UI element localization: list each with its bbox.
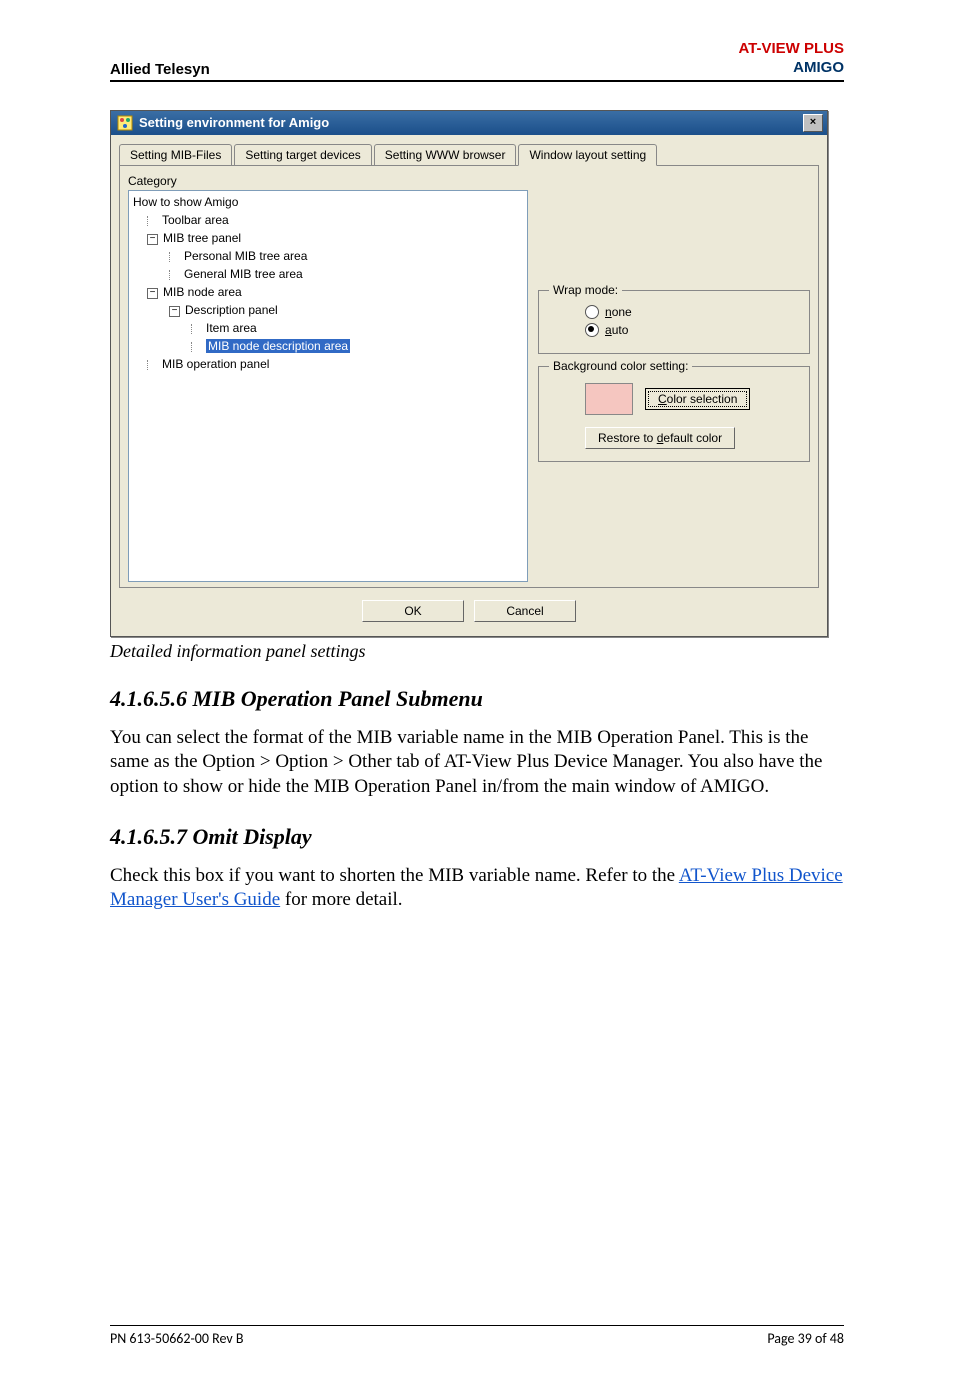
tree-mib-node-area[interactable]: −MIB node area [133, 283, 523, 301]
figure-caption: Detailed information panel settings [110, 641, 844, 662]
section-heading-mib-operation: 4.1.6.5.6 MIB Operation Panel Submenu [110, 686, 844, 712]
wrap-mode-legend: Wrap mode: [549, 283, 622, 297]
tree-mib-operation-panel[interactable]: MIB operation panel [133, 355, 523, 373]
tree-root[interactable]: How to show Amigo [133, 193, 523, 211]
expander-icon[interactable]: − [169, 306, 180, 317]
background-color-group: Background color setting: Color selectio… [538, 366, 810, 462]
section-paragraph-omit-display: Check this box if you want to shorten th… [110, 864, 844, 913]
wrap-mode-group: Wrap mode: none auto [538, 290, 810, 354]
tab-target-devices[interactable]: Setting target devices [234, 144, 371, 165]
settings-dialog: Setting environment for Amigo × Setting … [110, 110, 828, 637]
tree-mib-node-description-area[interactable]: MIB node description area [133, 337, 523, 355]
tree-item-area[interactable]: Item area [133, 319, 523, 337]
category-label: Category [128, 174, 528, 188]
tree-mib-tree-panel[interactable]: −MIB tree panel [133, 229, 523, 247]
tab-window-layout[interactable]: Window layout setting [518, 144, 657, 166]
tab-www-browser[interactable]: Setting WWW browser [374, 144, 517, 165]
titlebar: Setting environment for Amigo × [111, 111, 827, 135]
close-button[interactable]: × [803, 114, 823, 132]
wrap-auto-radio[interactable]: auto [585, 323, 797, 337]
section-paragraph-mib-operation: You can select the format of the MIB var… [110, 726, 844, 800]
restore-default-color-button[interactable]: Restore to default color [585, 427, 735, 449]
header-brand: AT-VIEW PLUS [738, 40, 844, 59]
app-icon [117, 115, 133, 131]
tree-general-mib-tree[interactable]: General MIB tree area [133, 265, 523, 283]
header-product: AMIGO [738, 59, 844, 78]
header-right: AT-VIEW PLUS AMIGO [738, 40, 844, 78]
radio-on-icon [585, 323, 599, 337]
header-left: Allied Telesyn [110, 61, 210, 78]
tree-description-panel[interactable]: −Description panel [133, 301, 523, 319]
footer-left: PN 613-50662-00 Rev B [110, 1330, 244, 1347]
radio-off-icon [585, 305, 599, 319]
tab-mib-files[interactable]: Setting MIB-Files [119, 144, 232, 165]
page-header: Allied Telesyn AT-VIEW PLUS AMIGO [110, 40, 844, 82]
expander-icon[interactable]: − [147, 234, 158, 245]
tab-pane: Category How to show Amigo Toolbar area … [119, 165, 819, 588]
color-selection-button[interactable]: Color selection [645, 388, 750, 410]
expander-icon[interactable]: − [147, 288, 158, 299]
footer-right: Page 39 of 48 [767, 1330, 844, 1347]
wrap-none-radio[interactable]: none [585, 305, 797, 319]
tree-toolbar-area[interactable]: Toolbar area [133, 211, 523, 229]
category-tree[interactable]: How to show Amigo Toolbar area −MIB tree… [128, 190, 528, 582]
cancel-button[interactable]: Cancel [474, 600, 576, 622]
dialog-title: Setting environment for Amigo [139, 115, 329, 130]
bg-legend: Background color setting: [549, 359, 692, 373]
section-heading-omit-display: 4.1.6.5.7 Omit Display [110, 824, 844, 850]
page-footer: PN 613-50662-00 Rev B Page 39 of 48 [110, 1325, 844, 1347]
tab-list: Setting MIB-Files Setting target devices… [119, 143, 819, 165]
color-swatch [585, 383, 633, 415]
tree-personal-mib-tree[interactable]: Personal MIB tree area [133, 247, 523, 265]
ok-button[interactable]: OK [362, 600, 464, 622]
